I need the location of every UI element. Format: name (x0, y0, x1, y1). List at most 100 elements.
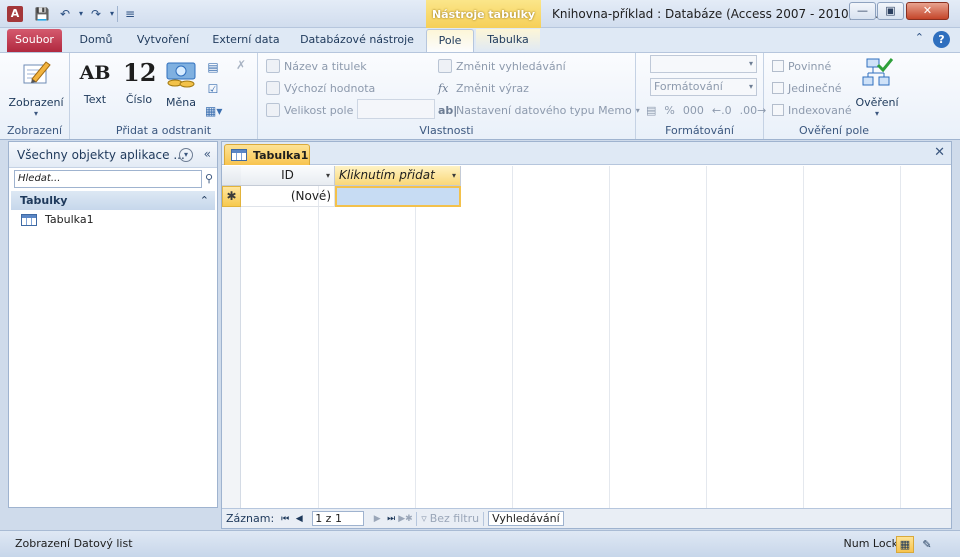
yes-no-field-icon[interactable]: ☑ (205, 81, 221, 97)
view-button[interactable]: Zobrazení ▾ (8, 57, 64, 118)
window-title: Knihovna-příklad : Databáze (Access 2007… (552, 7, 879, 21)
collapse-group-icon[interactable]: ⌃ (200, 191, 209, 210)
group-views: Zobrazení ▾ Zobrazení (0, 53, 70, 139)
add-number-field-button[interactable]: 12 Číslo (120, 57, 158, 106)
group-label-add-delete: Přidat a odstranit (115, 124, 212, 137)
tab-home[interactable]: Domů (72, 29, 120, 52)
default-value-icon (266, 81, 280, 95)
qat-separator (117, 6, 118, 22)
table-icon (21, 213, 37, 226)
table-icon (231, 149, 247, 161)
help-icon[interactable]: ? (933, 31, 950, 48)
group-label-views: Zobrazení (6, 124, 63, 137)
column-header-id[interactable]: ID ▾ (241, 166, 335, 186)
column-header-label: Kliknutím přidat (339, 168, 435, 182)
memo-ab-icon: ab| (438, 103, 458, 117)
record-nav-separator (483, 511, 485, 526)
nav-item-table[interactable]: Tabulka1 (21, 213, 94, 226)
close-icon[interactable]: ✕ (934, 145, 945, 160)
format-select-value: Formátování (654, 80, 723, 93)
close-button[interactable]: ✕ (906, 2, 949, 20)
customize-qat-icon[interactable]: ≡ (122, 6, 138, 22)
document-tab-table[interactable]: Tabulka1 (224, 144, 310, 165)
maximize-button[interactable]: ▣ (877, 2, 904, 20)
more-fields-icon[interactable]: ▦▾ (205, 103, 222, 119)
last-record-icon[interactable]: ⏭ (384, 514, 398, 524)
nav-search-input[interactable]: Hledat... (14, 170, 202, 188)
cell-id-new[interactable]: (Nové) (241, 186, 335, 207)
expression-fx-icon: fx (438, 81, 449, 95)
required-checkbox: Povinné (772, 57, 831, 75)
modify-lookups-label: Změnit vyhledávání (456, 59, 566, 73)
redo-icon[interactable]: ↷ (88, 6, 104, 22)
number-format-buttons: ▤ % 000 ←.0 .00→ (646, 101, 766, 119)
new-record-icon[interactable]: ▶✱ (398, 514, 412, 524)
tab-fields[interactable]: Pole (426, 29, 474, 52)
validation-dropdown-icon: ▾ (874, 109, 879, 118)
ribbon: Zobrazení ▾ Zobrazení AB Text 12 Číslo M… (0, 52, 960, 140)
indexed-label: Indexované (788, 103, 852, 117)
record-navigation: Záznam: ⏮ ◀ 1 z 1 ▶ ⏭ ▶✱ ▿ Bez filtru Vy… (222, 508, 951, 528)
document-tabs: Tabulka1 ✕ (222, 142, 951, 165)
tab-table[interactable]: Tabulka (476, 29, 540, 52)
access-app-icon[interactable]: A (7, 6, 23, 22)
chevron-down-icon[interactable]: ▾ (179, 148, 193, 162)
datasheet-grid[interactable]: ID ▾ Kliknutím přidat ▾ ✱ (Nové) (222, 166, 951, 509)
currency-icon (166, 62, 196, 88)
validation-label: Ověření (855, 96, 899, 109)
number-field-icon: 12 (123, 58, 157, 87)
search-input[interactable]: Vyhledávání (488, 511, 564, 526)
record-label: Záznam: (226, 512, 275, 525)
collapse-pane-icon[interactable]: « (204, 147, 211, 161)
select-all-corner[interactable] (222, 166, 241, 186)
next-record-icon[interactable]: ▶ (370, 514, 384, 524)
previous-record-icon[interactable]: ◀ (292, 514, 306, 524)
current-record-input[interactable]: 1 z 1 (312, 511, 365, 526)
tab-database-tools[interactable]: Databázové nástroje (296, 29, 418, 52)
data-type-select: ▾ (650, 55, 757, 73)
tab-file[interactable]: Soubor (7, 29, 62, 52)
group-label-validation: Ověření pole (798, 124, 870, 137)
group-formatting: ▾ Formátování ▾ ▤ % 000 ←.0 .00→ Formátov… (636, 53, 766, 139)
column-header-click-to-add[interactable]: Kliknutím přidat ▾ (335, 166, 461, 186)
ribbon-tabs: Soubor Domů Vytvoření Externí data Datab… (0, 28, 960, 52)
tab-create[interactable]: Vytvoření (131, 29, 195, 52)
filter-status-button[interactable]: Bez filtru (430, 512, 479, 525)
unique-checkbox: Jedinečné (772, 79, 842, 97)
save-icon[interactable]: 💾 (34, 6, 50, 22)
add-currency-field-button[interactable]: Měna (162, 57, 200, 109)
thousands-format-icon: 000 (682, 103, 704, 117)
add-text-field-button[interactable]: AB Text (78, 57, 112, 106)
minimize-button[interactable]: — (849, 2, 876, 20)
view-pencil-icon (23, 61, 51, 84)
tab-external-data[interactable]: Externí data (206, 29, 286, 52)
status-view-text: Zobrazení Datový list (15, 537, 133, 550)
chevron-down-icon[interactable]: ▾ (326, 166, 330, 185)
nav-pane-title: Všechny objekty aplikace ... (17, 147, 185, 162)
modify-lookups-button: Změnit vyhledávání (438, 57, 566, 75)
undo-icon[interactable]: ↶ (57, 6, 73, 22)
text-label: Text (83, 93, 107, 106)
name-caption-label: Název a titulek (284, 59, 367, 73)
datasheet-view-icon[interactable]: ▦ (896, 536, 914, 553)
modify-lookups-icon (438, 59, 452, 73)
unique-label: Jedinečné (788, 81, 842, 95)
cell-active-new[interactable] (335, 186, 461, 207)
group-field-validation: Povinné Jedinečné Indexované Ověření ▾ O… (764, 53, 904, 139)
field-size-label: Velikost pole (284, 103, 354, 117)
chevron-down-icon[interactable]: ▾ (452, 166, 456, 185)
document-tab-label: Tabulka1 (253, 148, 309, 162)
design-view-icon[interactable]: ✎ (918, 536, 936, 553)
search-icon[interactable]: ⚲ (202, 170, 216, 188)
minimize-ribbon-icon[interactable]: ⌃ (915, 31, 924, 44)
first-record-icon[interactable]: ⏮ (278, 514, 292, 524)
undo-dropdown-icon[interactable]: ▾ (73, 6, 89, 22)
chevron-down-icon: ▾ (748, 59, 753, 68)
nav-pane-header[interactable]: Všechny objekty aplikace ... ▾ « (9, 142, 217, 168)
date-time-field-icon[interactable]: ▤ (205, 59, 221, 75)
validation-button[interactable]: Ověření ▾ (854, 57, 900, 118)
text-field-icon: AB (79, 62, 111, 84)
nav-group-tables[interactable]: Tabulky ⌃ (11, 191, 215, 210)
document-window: Tabulka1 ✕ ID ▾ Kliknutím přidat ▾ ✱ (No… (221, 141, 952, 529)
name-caption-icon (266, 59, 280, 73)
